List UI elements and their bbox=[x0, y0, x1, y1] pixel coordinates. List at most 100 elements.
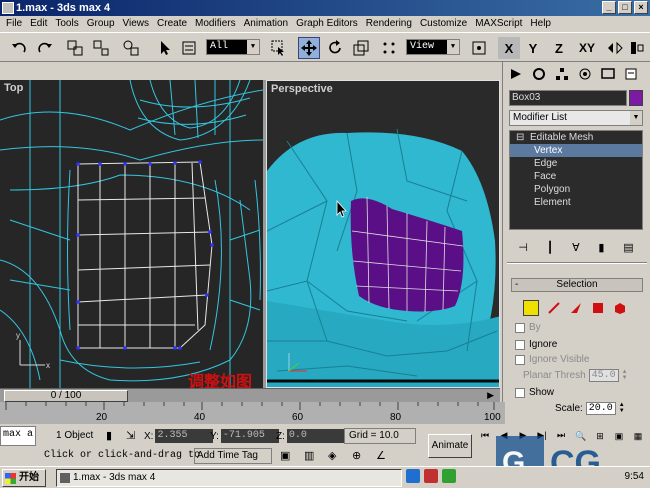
menu-modifiers[interactable]: Modifiers bbox=[191, 16, 240, 32]
minimize-button[interactable]: _ bbox=[602, 1, 616, 14]
coord-x-value[interactable]: 2.355 bbox=[155, 429, 214, 443]
selection-filter-dropdown[interactable]: All ▼ bbox=[206, 39, 260, 55]
by-vertex-checkbox[interactable] bbox=[515, 322, 525, 333]
spinner-arrows-icon[interactable]: ▲ ▼ bbox=[622, 369, 628, 382]
planar-thresh-input[interactable]: 45.0 bbox=[588, 369, 619, 382]
time-slider-next-icon[interactable]: ▶ bbox=[487, 390, 494, 401]
menu-customize[interactable]: Customize bbox=[416, 16, 471, 32]
start-button[interactable]: 开始 bbox=[2, 469, 46, 487]
maxscript-listener[interactable]: max a bbox=[0, 426, 36, 446]
make-unique-icon[interactable]: ∀ bbox=[572, 241, 580, 254]
unlink-icon[interactable] bbox=[90, 37, 112, 59]
normal-scale-input[interactable]: 20.0 bbox=[585, 402, 616, 415]
ignore-visible-checkbox[interactable] bbox=[515, 354, 525, 365]
object-color-swatch[interactable] bbox=[629, 90, 643, 106]
time-slider[interactable]: 0 / 100 ▶ bbox=[0, 388, 500, 402]
add-time-tag-button[interactable]: Add Time Tag bbox=[194, 448, 272, 464]
menu-group[interactable]: Group bbox=[83, 16, 119, 32]
lock-selection-icon[interactable]: ▮ bbox=[106, 429, 112, 442]
pin-stack-icon[interactable]: ⊣ bbox=[518, 241, 528, 254]
rotate-icon[interactable] bbox=[324, 37, 346, 59]
menu-tools[interactable]: Tools bbox=[51, 16, 82, 32]
stack-item-element[interactable]: Element bbox=[510, 196, 642, 209]
face-level-icon[interactable] bbox=[569, 301, 583, 315]
menu-rendering[interactable]: Rendering bbox=[362, 16, 416, 32]
menu-maxscript[interactable]: MAXScript bbox=[471, 16, 526, 32]
polygon-level-icon[interactable] bbox=[591, 301, 605, 315]
ignore-visible-checkbox-row[interactable]: Ignore Visible bbox=[515, 354, 589, 365]
animate-button[interactable]: Animate bbox=[428, 434, 472, 458]
collapse-icon[interactable]: ⊟ bbox=[516, 131, 524, 144]
ignore-backfacing-checkbox-row[interactable]: Ignore bbox=[515, 339, 557, 350]
axis-z-button[interactable]: Z bbox=[548, 37, 570, 59]
mirror-icon[interactable] bbox=[604, 37, 626, 59]
taskbar-item-3dsmax[interactable]: 1.max - 3ds max 4 bbox=[56, 469, 402, 487]
viewport-top[interactable]: Top y x bbox=[0, 80, 263, 388]
motion-tab-icon[interactable] bbox=[574, 64, 595, 84]
viewport-perspective[interactable]: Perspective bbox=[266, 80, 500, 388]
menu-file[interactable]: File bbox=[2, 16, 26, 32]
select-region-icon[interactable] bbox=[268, 37, 290, 59]
move-icon[interactable] bbox=[298, 37, 320, 59]
hierarchy-tab-icon[interactable] bbox=[551, 64, 572, 84]
menu-edit[interactable]: Edit bbox=[26, 16, 51, 32]
menu-graph-editors[interactable]: Graph Editors bbox=[292, 16, 362, 32]
spinner-arrows-icon[interactable]: ▲ ▼ bbox=[619, 402, 625, 415]
redo-icon[interactable] bbox=[34, 37, 56, 59]
angle-snap-icon[interactable]: ∠ bbox=[376, 449, 386, 462]
modifier-list-dropdown[interactable]: Modifier List ▼ bbox=[509, 110, 643, 126]
select-icon[interactable] bbox=[154, 37, 176, 59]
remove-modifier-icon[interactable]: ▮ bbox=[598, 241, 604, 254]
snap-icon[interactable] bbox=[378, 37, 400, 59]
utilities-tab-icon[interactable] bbox=[620, 64, 641, 84]
track-bar[interactable]: 20 40 60 80 100 bbox=[0, 402, 505, 424]
undo-icon[interactable] bbox=[8, 37, 30, 59]
select-by-name-icon[interactable] bbox=[178, 37, 200, 59]
menu-animation[interactable]: Animation bbox=[240, 16, 292, 32]
go-to-start-icon[interactable]: ⏮ bbox=[476, 428, 494, 442]
link-icon[interactable] bbox=[64, 37, 86, 59]
stack-item-editable-mesh[interactable]: ⊟ Editable Mesh bbox=[510, 131, 642, 144]
stack-item-face[interactable]: Face bbox=[510, 170, 642, 183]
app-icon[interactable] bbox=[442, 469, 456, 483]
stack-item-edge[interactable]: Edge bbox=[510, 157, 642, 170]
align-icon[interactable] bbox=[626, 37, 648, 59]
configure-modifiers-icon[interactable]: ▤ bbox=[623, 241, 633, 254]
show-normals-checkbox-row[interactable]: Show bbox=[515, 387, 554, 398]
create-tab-icon[interactable] bbox=[505, 64, 526, 84]
axis-x-button[interactable]: X bbox=[498, 37, 520, 59]
snap-toggle-icon[interactable]: ⊕ bbox=[352, 449, 361, 462]
app-icon[interactable] bbox=[424, 469, 438, 483]
transform-type-in-icon[interactable]: ⇲ bbox=[126, 429, 135, 442]
axis-xy-button[interactable]: XY bbox=[574, 37, 600, 59]
ignore-backfacing-checkbox[interactable] bbox=[515, 339, 525, 350]
menu-help[interactable]: Help bbox=[526, 16, 555, 32]
object-name-field[interactable]: Box03 bbox=[509, 90, 627, 106]
coord-z-value[interactable]: 0.0 bbox=[286, 429, 345, 443]
vertex-level-icon[interactable] bbox=[523, 300, 539, 316]
pivot-icon[interactable] bbox=[468, 37, 490, 59]
absolute-mode-icon[interactable]: ▥ bbox=[304, 449, 314, 462]
selection-rollout-header[interactable]: - Selection bbox=[511, 278, 643, 292]
selection-lock-icon[interactable]: ▣ bbox=[280, 449, 290, 462]
scale-icon[interactable] bbox=[350, 37, 372, 59]
time-slider-thumb[interactable]: 0 / 100 bbox=[4, 390, 128, 402]
modify-tab-icon[interactable] bbox=[528, 64, 549, 84]
show-end-result-icon[interactable]: ┃ bbox=[547, 241, 554, 254]
stack-item-polygon[interactable]: Polygon bbox=[510, 183, 642, 196]
menu-views[interactable]: Views bbox=[119, 16, 154, 32]
display-tab-icon[interactable] bbox=[597, 64, 618, 84]
element-level-icon[interactable] bbox=[613, 301, 627, 315]
close-button[interactable]: × bbox=[634, 1, 648, 14]
show-normals-checkbox[interactable] bbox=[515, 387, 525, 398]
stack-item-vertex[interactable]: Vertex bbox=[510, 144, 642, 157]
coord-y-value[interactable]: -71.905 bbox=[220, 429, 279, 443]
menu-create[interactable]: Create bbox=[153, 16, 191, 32]
ref-coord-dropdown[interactable]: View ▼ bbox=[406, 39, 460, 55]
ie-icon[interactable] bbox=[406, 469, 420, 483]
axis-y-button[interactable]: Y bbox=[522, 37, 544, 59]
by-vertex-checkbox-row[interactable]: By bbox=[515, 322, 541, 333]
maximize-button[interactable]: □ bbox=[618, 1, 632, 14]
edge-level-icon[interactable] bbox=[547, 301, 561, 315]
bind-spacewarp-icon[interactable] bbox=[120, 37, 142, 59]
